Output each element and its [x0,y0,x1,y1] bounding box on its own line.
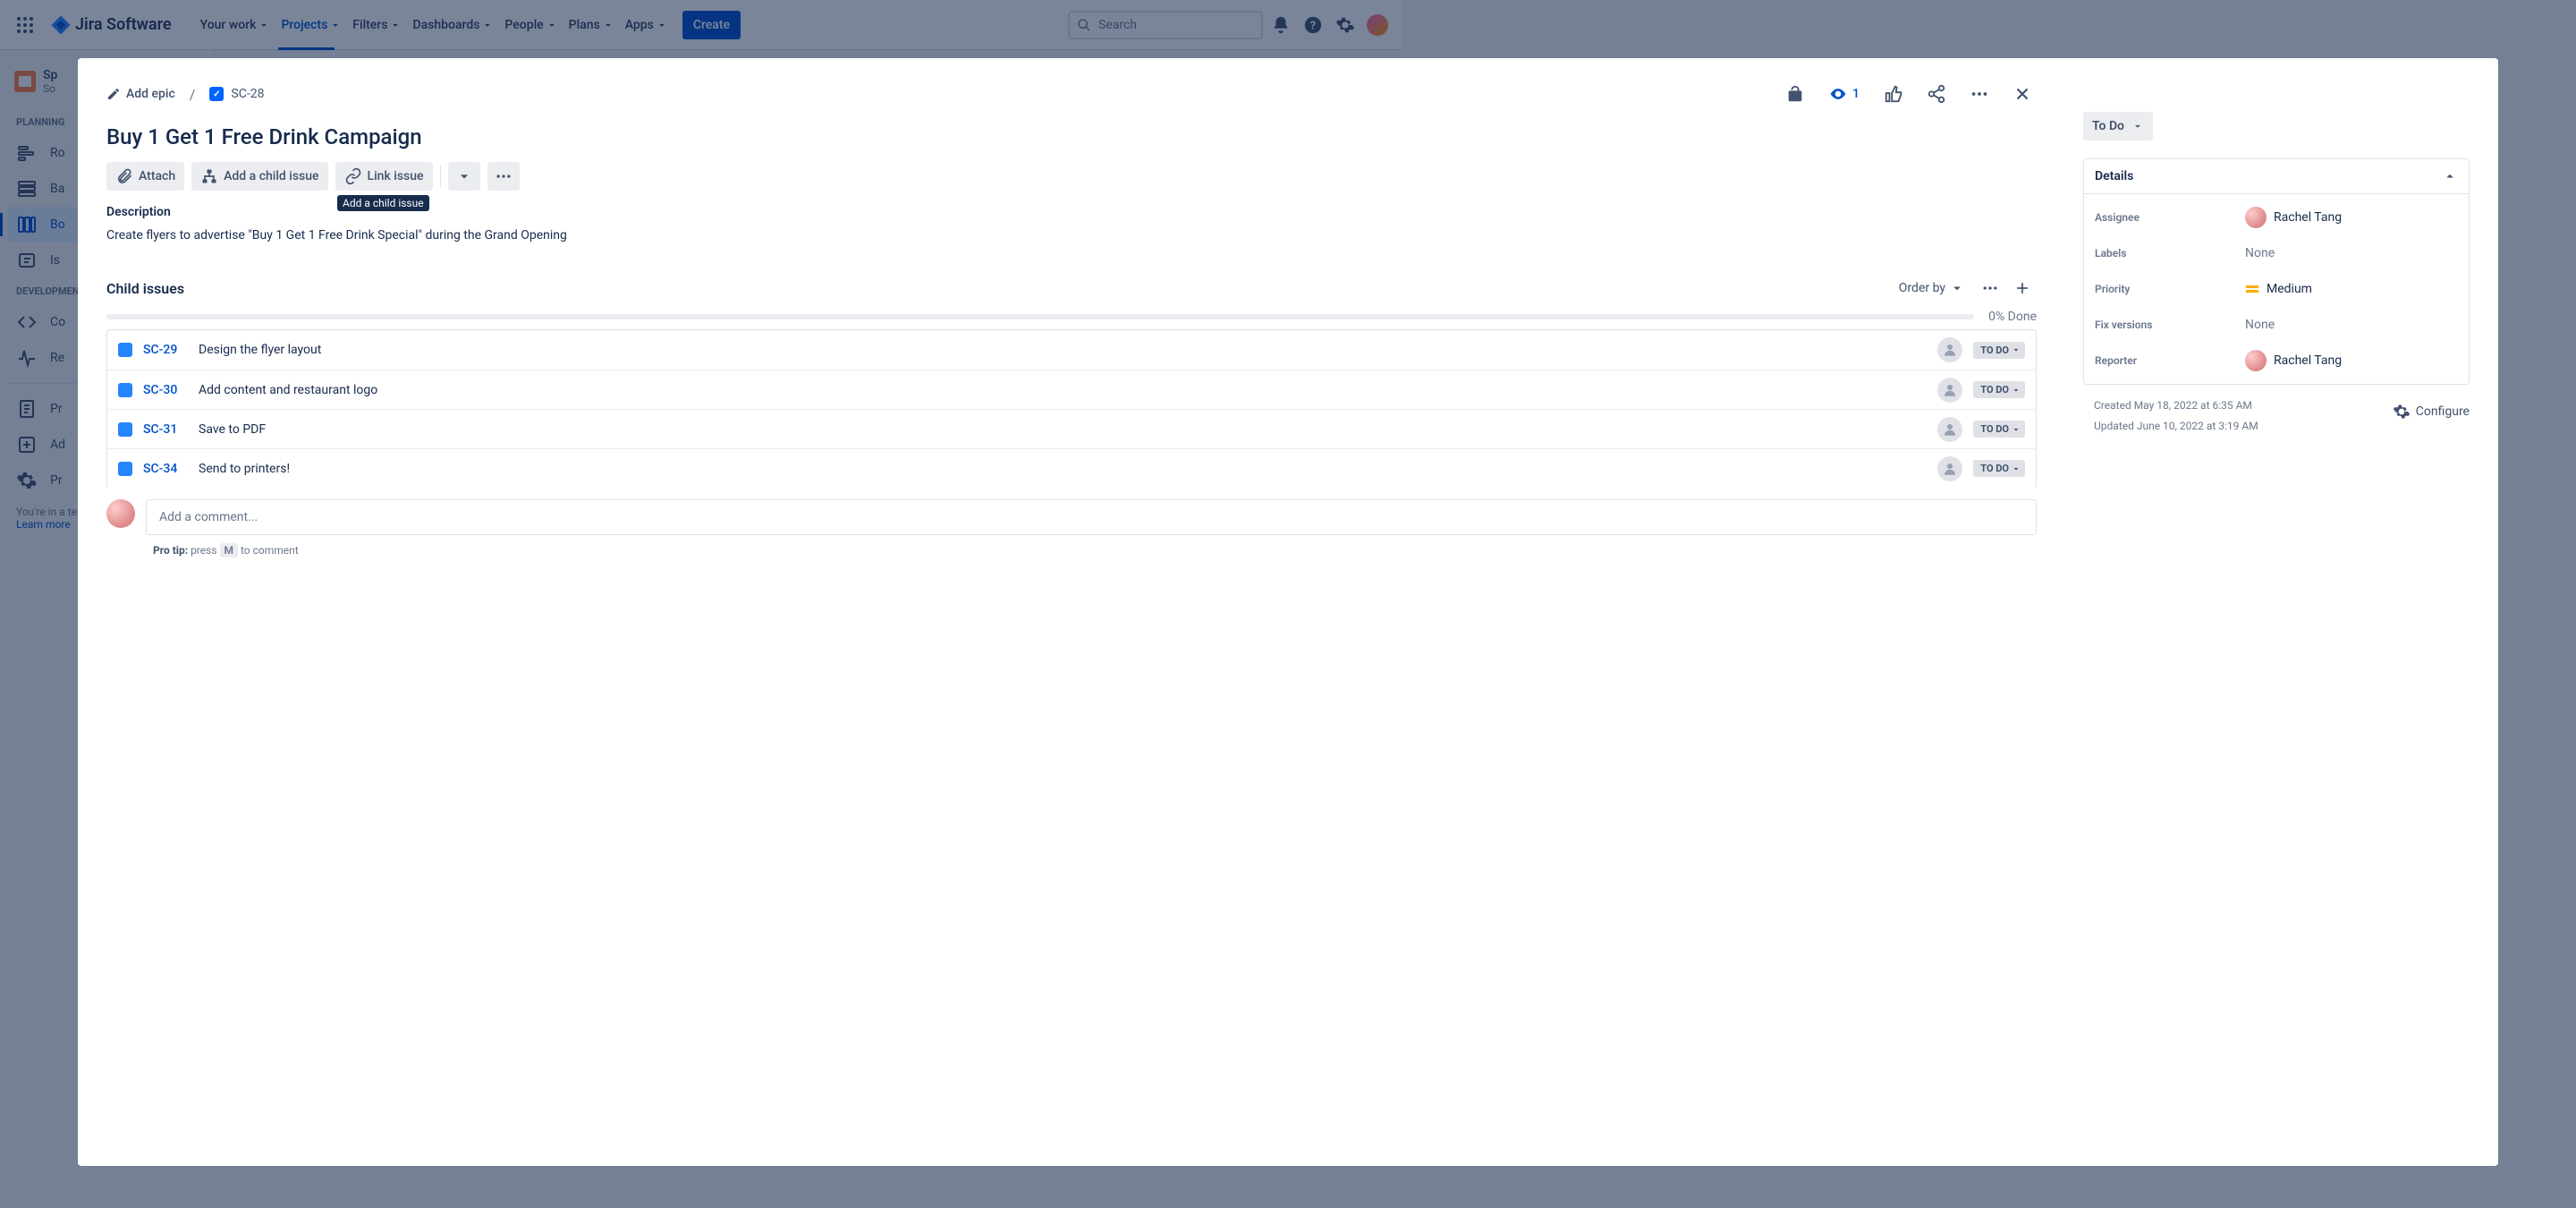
child-issue-row[interactable]: SC-30 Add content and restaurant logo TO D… [107,370,2036,409]
child-issue-summary: Send to printers! [199,462,1927,476]
configure-button[interactable]: Configure [2393,403,2470,421]
subtask-icon [118,383,132,397]
more-actions-icon[interactable] [1965,80,1994,108]
child-issue-key[interactable]: SC-29 [143,343,188,357]
pro-tip: Pro tip: press M to comment [153,544,2037,557]
progress-percent: 0% Done [1988,310,2037,324]
link-issue-button[interactable]: Link issue [335,162,433,191]
issue-title[interactable]: Buy 1 Get 1 Free Drink Campaign [101,119,2037,155]
link-dropdown-button[interactable] [448,162,480,191]
priority-field[interactable]: Priority Medium [2084,271,2469,307]
child-status-dropdown[interactable]: TO DO [1973,421,2025,438]
reporter-field[interactable]: Reporter Rachel Tang [2084,343,2469,379]
current-user-avatar [106,499,135,528]
child-issue-row[interactable]: SC-29 Design the flyer layout TO DO [107,330,2036,370]
reporter-avatar [2245,350,2267,371]
assignee-avatar [2245,207,2267,228]
more-content-actions-button[interactable] [487,162,520,191]
child-issue-row[interactable]: SC-34 Send to printers! TO DO [107,448,2036,487]
child-issues-label: Child issues [106,280,1892,297]
child-issue-key[interactable]: SC-30 [143,383,188,397]
labels-field[interactable]: Labels None [2084,235,2469,271]
add-child-tooltip: Add a child issue [337,195,429,211]
child-issue-summary: Add content and restaurant logo [199,383,1927,397]
issue-modal: Add epic / SC-28 1 Buy 1 Get 1 Free Drin… [78,58,2498,1166]
child-assignee-unassigned[interactable] [1937,417,1962,442]
comment-input[interactable]: Add a comment... [146,499,2037,535]
child-assignee-unassigned[interactable] [1937,378,1962,403]
like-icon[interactable] [1879,80,1908,108]
child-issue-key[interactable]: SC-34 [143,462,188,476]
child-status-dropdown[interactable]: TO DO [1973,381,2025,398]
status-dropdown[interactable]: To Do [2083,112,2153,140]
fix-versions-field[interactable]: Fix versions None [2084,307,2469,343]
close-icon[interactable] [2008,80,2037,108]
details-panel: Details Assignee Rachel Tang Labels None… [2083,158,2470,385]
child-status-dropdown[interactable]: TO DO [1973,460,2025,477]
add-child-plus-icon[interactable] [2008,274,2037,302]
order-by-button[interactable]: Order by [1892,276,1972,300]
details-header[interactable]: Details [2084,159,2469,194]
child-issue-row[interactable]: SC-31 Save to PDF TO DO [107,409,2036,448]
attach-button[interactable]: Attach [106,162,184,191]
child-issues-more-icon[interactable] [1976,274,2004,302]
subtask-icon [118,462,132,476]
subtask-icon [118,343,132,357]
add-epic-button[interactable]: Add epic [106,87,175,101]
task-icon [209,87,224,101]
add-child-issue-button[interactable]: Add a child issue [191,162,327,191]
priority-medium-icon [2245,282,2259,296]
child-assignee-unassigned[interactable] [1937,456,1962,481]
child-issue-summary: Design the flyer layout [199,343,1927,357]
chevron-up-icon [2442,168,2458,184]
share-icon[interactable] [1922,80,1951,108]
issue-key-breadcrumb[interactable]: SC-28 [209,87,264,101]
watchers-button[interactable]: 1 [1824,85,1865,103]
child-issue-summary: Save to PDF [199,422,1927,437]
progress-bar [106,314,1974,319]
child-status-dropdown[interactable]: TO DO [1973,342,2025,359]
description-text[interactable]: Create flyers to advertise "Buy 1 Get 1 … [106,226,2037,245]
lock-icon[interactable] [1781,80,1809,108]
child-issue-key[interactable]: SC-31 [143,422,188,437]
breadcrumb-separator: / [190,86,196,103]
child-issues-list: SC-29 Design the flyer layout TO DO SC-30 Ad… [106,329,2037,487]
subtask-icon [118,422,132,437]
child-assignee-unassigned[interactable] [1937,337,1962,362]
assignee-field[interactable]: Assignee Rachel Tang [2084,200,2469,235]
